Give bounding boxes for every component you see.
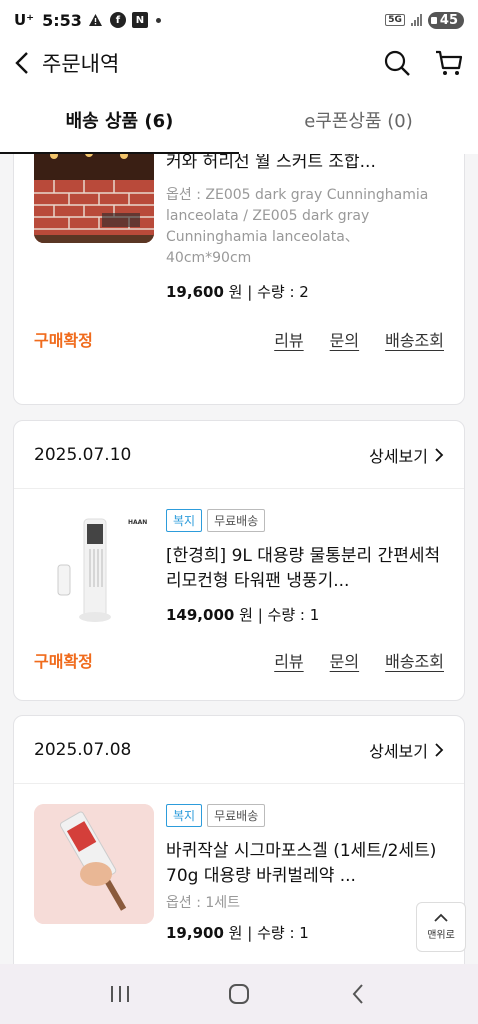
product-quantity: | 수량 : 1 (247, 924, 309, 942)
purchase-confirmed-status: 구매확정 (34, 652, 93, 671)
more-notifications-dot (155, 17, 161, 23)
product-option: 옵션 : ZE005 dark gray Cunninghamia lanceo… (166, 187, 429, 266)
product-price: 19,600 (166, 283, 224, 301)
price-unit: 원 (239, 606, 253, 624)
order-item[interactable]: [직구전문관]방수 및 기름 방지 벽 스티커와 허리선 월 스커트 조합...… (14, 154, 464, 302)
product-quantity: | 수량 : 1 (257, 606, 320, 624)
free-shipping-badge: 무료배송 (207, 804, 266, 827)
product-price: 19,900 (166, 924, 224, 942)
search-button[interactable] (382, 48, 412, 78)
brand-mark: HAAN (128, 519, 148, 526)
product-option: 옵션 : 1세트 (166, 895, 241, 911)
signal-icon (410, 14, 422, 26)
price-unit: 원 (228, 283, 243, 301)
status-bar: U⁺ 5:53 f N 5G 45 (0, 0, 478, 40)
tab-shipping-products[interactable]: 배송 상품 (6) (0, 86, 239, 154)
network-type-icon: 5G (385, 14, 405, 26)
price-unit: 원 (228, 924, 243, 942)
order-date: 2025.07.08 (34, 739, 132, 760)
review-link[interactable]: 리뷰 (274, 648, 303, 672)
battery-indicator: 45 (427, 11, 464, 29)
product-badges: 복지 무료배송 (166, 509, 444, 532)
product-price-qty: 19,900 원 | 수량 : 1 (166, 922, 444, 943)
product-name[interactable]: [직구전문관]방수 및 기름 방지 벽 스티커와 허리선 월 스커트 조합... (166, 154, 444, 175)
order-card-header: 2025.07.10 상세보기 (14, 421, 464, 489)
recent-apps-icon (110, 986, 129, 1002)
app-header: 주문내역 (0, 40, 478, 86)
product-image (34, 804, 154, 924)
order-card: 2025.07.10 상세보기 HAAN 복지 무료배송 [한경희] 9L 대용… (13, 420, 465, 701)
chevron-right-icon (435, 447, 444, 462)
order-card-header: 2025.07.08 상세보기 (14, 716, 464, 784)
home-icon (228, 984, 249, 1004)
chevron-right-icon (435, 742, 444, 757)
inquiry-link[interactable]: 문의 (330, 648, 359, 672)
order-item[interactable]: HAAN 복지 무료배송 [한경희] 9L 대용량 물통분리 간편세척 리모컨형… (14, 489, 464, 629)
facebook-icon: f (109, 12, 126, 28)
clock: 5:53 (42, 10, 82, 30)
carrier-label: U⁺ (14, 11, 35, 29)
home-button[interactable] (219, 974, 259, 1014)
product-name[interactable]: 바퀴작살 시그마포스겔 (1세트/2세트) 70g 대용량 바퀴벌레약 ... (166, 839, 444, 889)
order-actions: 구매확정 리뷰 문의 배송조회 (14, 631, 464, 689)
chevron-left-icon (15, 52, 28, 74)
order-card: 2025.07.08 상세보기 복지 무료배송 바퀴작살 시그마포스겔 (1세트… (13, 715, 465, 964)
back-to-top-button[interactable]: 맨위로 (416, 902, 466, 952)
back-arrow-icon (352, 984, 364, 1004)
product-name[interactable]: [한경희] 9L 대용량 물통분리 간편세척 리모컨형 타워팬 냉풍기... (166, 544, 444, 594)
track-delivery-link[interactable]: 배송조회 (385, 648, 444, 672)
order-detail-button[interactable]: 상세보기 (369, 738, 444, 762)
order-detail-label: 상세보기 (369, 741, 428, 761)
order-item[interactable]: 복지 무료배송 바퀴작살 시그마포스겔 (1세트/2세트) 70g 대용량 바퀴… (14, 784, 464, 943)
search-icon (384, 50, 410, 76)
product-price-qty: 149,000 원 | 수량 : 1 (166, 604, 444, 625)
tab-ecoupon-products[interactable]: e쿠폰상품 (0) (239, 86, 478, 154)
product-badges: 복지 무료배송 (166, 804, 444, 827)
chevron-up-icon (434, 913, 448, 922)
welfare-badge: 복지 (166, 509, 203, 532)
product-image (34, 154, 154, 243)
product-price: 149,000 (166, 606, 235, 624)
order-actions: 구매확정 리뷰 문의 배송조회 (14, 310, 464, 368)
cart-button[interactable] (434, 48, 464, 78)
product-price-qty: 19,600 원 | 수량 : 2 (166, 281, 444, 302)
order-tabs: 배송 상품 (6) e쿠폰상품 (0) (0, 86, 478, 154)
system-nav-bar (0, 964, 478, 1024)
review-link[interactable]: 리뷰 (274, 327, 303, 351)
welfare-badge: 복지 (166, 804, 203, 827)
inquiry-link[interactable]: 문의 (330, 327, 359, 351)
free-shipping-badge: 무료배송 (207, 509, 266, 532)
warning-icon (88, 12, 104, 28)
order-date: 2025.07.10 (34, 444, 132, 465)
back-to-top-label: 맨위로 (427, 930, 455, 941)
back-button[interactable] (14, 49, 36, 77)
cart-icon (436, 50, 463, 75)
track-delivery-link[interactable]: 배송조회 (385, 327, 444, 351)
order-detail-label: 상세보기 (369, 446, 428, 466)
order-card: [직구전문관]방수 및 기름 방지 벽 스티커와 허리선 월 스커트 조합...… (13, 154, 465, 405)
order-list[interactable]: [직구전문관]방수 및 기름 방지 벽 스티커와 허리선 월 스커트 조합...… (0, 154, 478, 964)
page-title: 주문내역 (42, 52, 120, 76)
purchase-confirmed-status: 구매확정 (34, 331, 93, 350)
system-back-button[interactable] (338, 974, 378, 1014)
order-detail-button[interactable]: 상세보기 (369, 443, 444, 467)
recent-apps-button[interactable] (100, 974, 140, 1014)
app-notification-icon: N (131, 12, 148, 28)
product-image: HAAN (34, 509, 154, 629)
product-quantity: | 수량 : 2 (247, 283, 309, 301)
